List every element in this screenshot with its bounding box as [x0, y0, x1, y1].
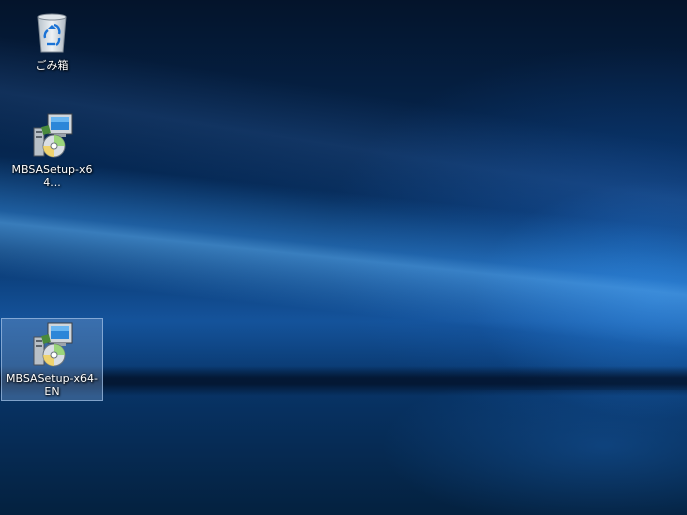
desktop-icon-recycle-bin[interactable]: ごみ箱: [1, 6, 103, 72]
desktop-icon-mbsa-setup-en[interactable]: MBSASetup-x64-EN: [1, 318, 103, 401]
wallpaper-light-beam: [0, 250, 687, 380]
desktop-icon-label: MBSASetup-x64-EN: [5, 372, 99, 398]
installer-package-icon: [28, 112, 76, 160]
desktop-icon-mbsa-setup[interactable]: MBSASetup-x64...: [1, 110, 103, 189]
desktop-icon-label: ごみ箱: [35, 59, 69, 72]
installer-package-icon: [28, 321, 76, 369]
desktop-background[interactable]: ごみ箱 MBSASetup-x64... MBSASetup-x64-EN: [0, 0, 687, 515]
wallpaper-glow: [380, 390, 687, 515]
desktop-icon-label: MBSASetup-x64...: [11, 163, 93, 189]
recycle-bin-icon: [28, 8, 76, 56]
wallpaper-light-beam: [0, 152, 687, 358]
wallpaper-light-beam: [0, 30, 687, 267]
